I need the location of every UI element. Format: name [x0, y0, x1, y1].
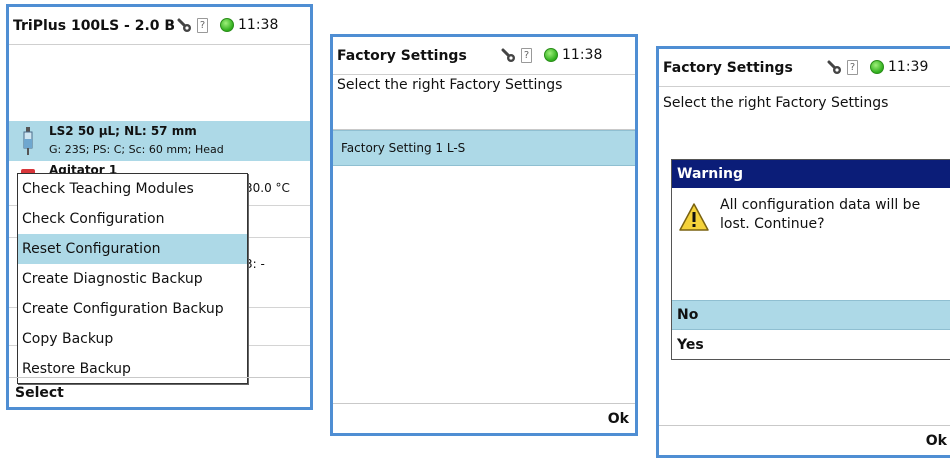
usb-icon: ?: [521, 47, 532, 63]
agitator-temperature: 30.0 °C: [245, 181, 290, 195]
status-icons: ? 11:38: [501, 47, 602, 63]
no-option[interactable]: No: [672, 300, 950, 330]
select-softkey[interactable]: Select: [15, 385, 64, 401]
menu-item-check-configuration[interactable]: Check Configuration: [18, 204, 247, 234]
usb-icon: ?: [197, 17, 208, 33]
list-item-factory-setting[interactable]: Factory Setting 1 L-S: [333, 130, 635, 166]
clock-time: 11:38: [562, 47, 603, 63]
dialog-header: Warning: [672, 160, 950, 188]
syringe-spec: LS2 50 µL; NL: 57 mm: [49, 124, 197, 138]
dialog-message: All configuration data will be lost. Con…: [720, 197, 921, 232]
clock-time: 11:38: [238, 17, 279, 33]
ok-softkey[interactable]: Ok: [926, 433, 947, 449]
tool-icon: [827, 60, 841, 74]
yes-option[interactable]: Yes: [672, 330, 950, 360]
ok-softkey[interactable]: Ok: [608, 411, 629, 427]
screen-main-menu: TriPlus 100LS - 2.0 B ? 11:38 LS2 50 µL;…: [6, 4, 313, 410]
window-title: Factory Settings: [663, 59, 793, 76]
prompt-text: Select the right Factory Settings: [337, 77, 563, 93]
status-led-icon: [220, 18, 234, 32]
syringe-icon: [23, 127, 33, 155]
window-title: TriPlus 100LS - 2.0 B: [13, 17, 176, 34]
clock-time: 11:39: [888, 59, 929, 75]
status-icons: ? 11:39: [827, 59, 928, 75]
warning-dialog: Warning All configuration data will be l…: [671, 159, 950, 360]
usb-icon: ?: [847, 59, 858, 75]
window-title: Factory Settings: [337, 47, 467, 64]
syringe-details: G: 23S; PS: C; Sc: 60 mm; Head: [49, 143, 224, 156]
tool-icon: [177, 18, 191, 32]
softkey-bar: Select: [9, 377, 310, 407]
tool-icon: [501, 48, 515, 62]
warning-icon: [679, 203, 709, 231]
menu-item-reset-configuration[interactable]: Reset Configuration: [18, 234, 247, 264]
menu-item-create-configuration-backup[interactable]: Create Configuration Backup: [18, 294, 247, 324]
screen-factory-settings: Factory Settings ? 11:38 Select the righ…: [330, 34, 638, 436]
prompt-text: Select the right Factory Settings: [663, 95, 889, 111]
syringe-row[interactable]: LS2 50 µL; NL: 57 mm G: 23S; PS: C; Sc: …: [9, 121, 310, 161]
menu-item-check-teaching-modules[interactable]: Check Teaching Modules: [18, 174, 247, 204]
menu-item-create-diagnostic-backup[interactable]: Create Diagnostic Backup: [18, 264, 247, 294]
menu-item-copy-backup[interactable]: Copy Backup: [18, 324, 247, 354]
screen-factory-settings-warning: Factory Settings ? 11:39 Select the righ…: [656, 46, 950, 458]
status-icons: ? 11:38: [177, 17, 278, 33]
status-led-icon: [870, 60, 884, 74]
context-menu: Check Teaching Modules Check Configurati…: [17, 173, 248, 384]
status-led-icon: [544, 48, 558, 62]
softkey-bar: Ok: [659, 425, 950, 455]
softkey-bar: Ok: [333, 403, 635, 433]
